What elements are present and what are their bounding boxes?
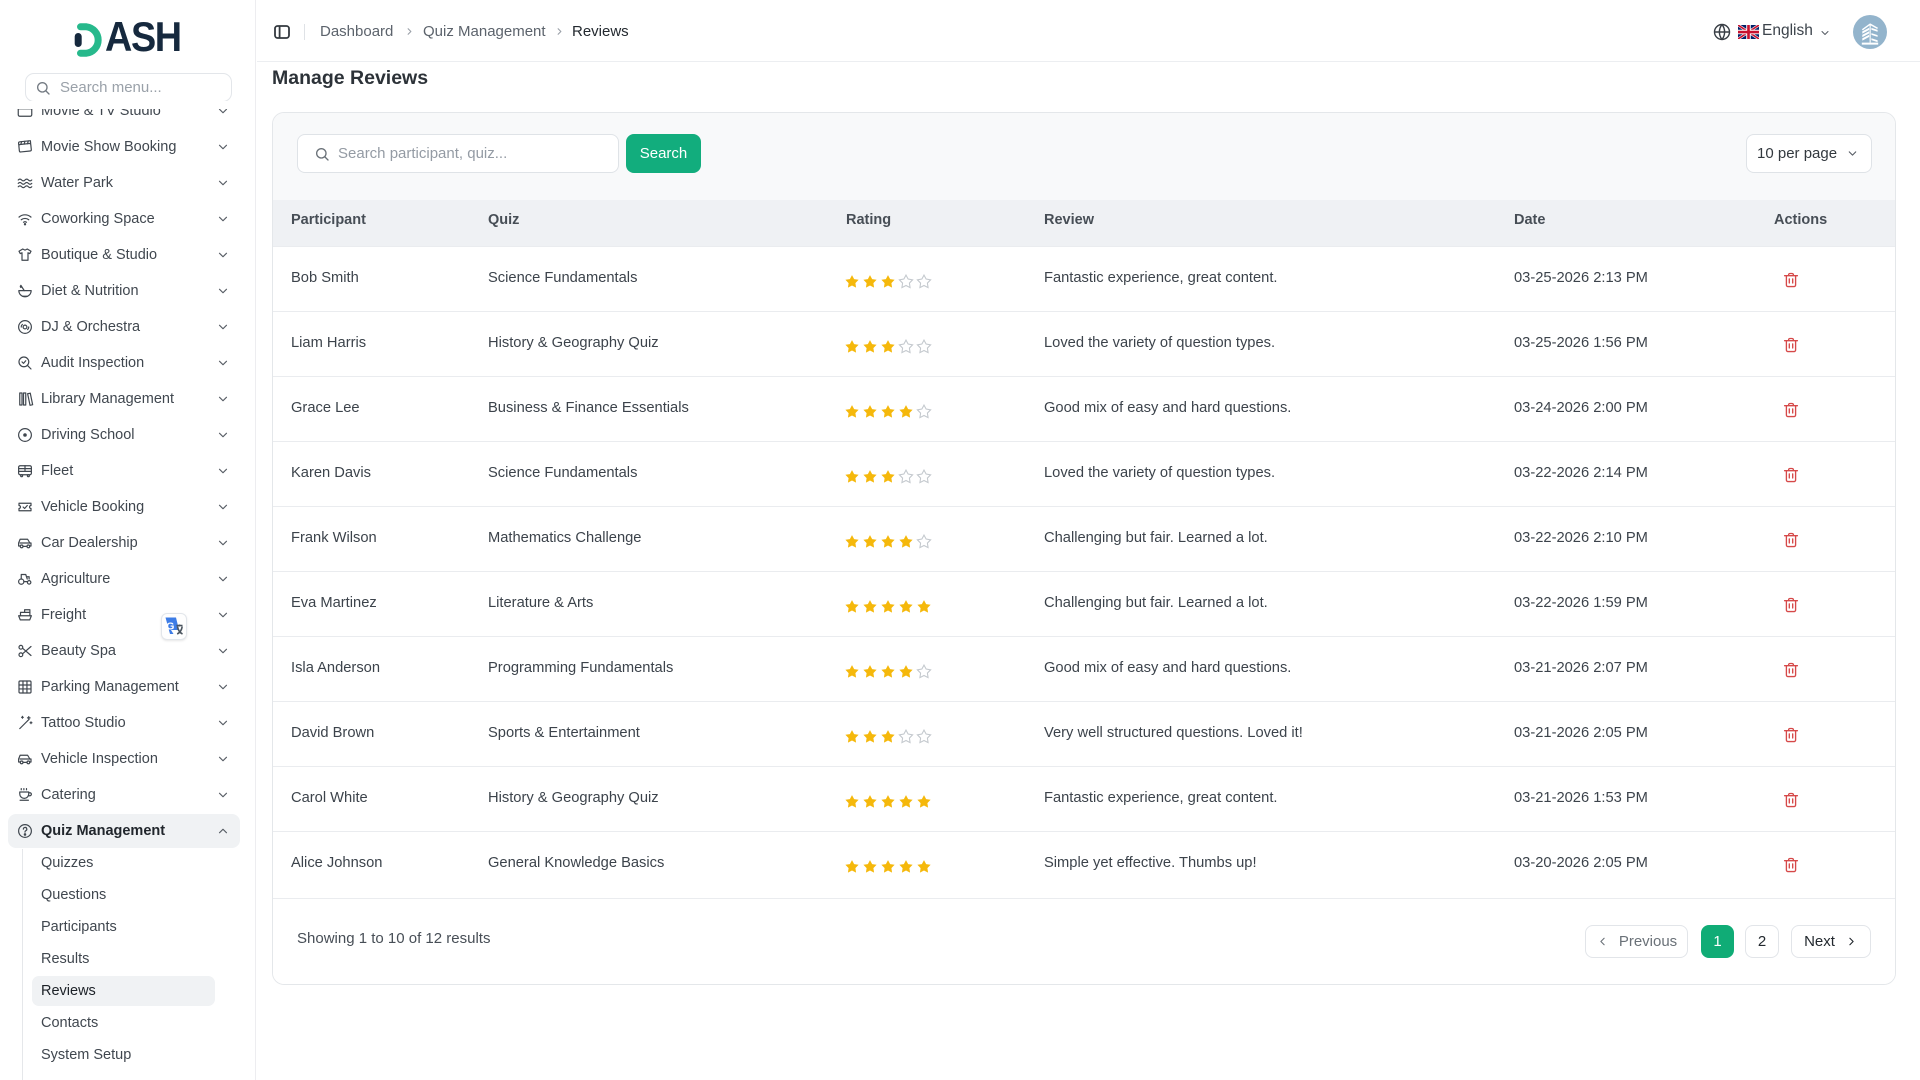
svg-text:G: G	[166, 621, 174, 633]
